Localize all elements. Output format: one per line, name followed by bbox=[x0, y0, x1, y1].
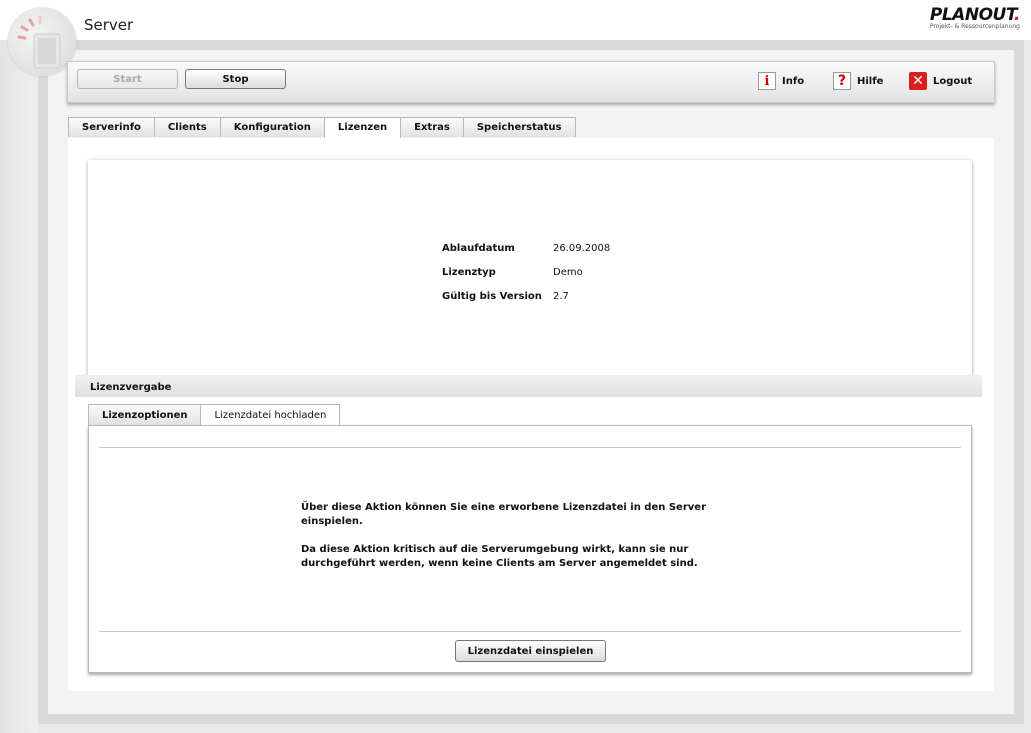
logout-button[interactable]: ✕ Logout bbox=[909, 70, 972, 92]
info-icon: i bbox=[758, 72, 776, 90]
expiry-label: Ablaufdatum bbox=[442, 243, 515, 254]
sub-tabs: Lizenzoptionen Lizenzdatei hochladen bbox=[88, 404, 341, 426]
upload-description: Über diese Aktion können Sie eine erworb… bbox=[301, 501, 721, 585]
tab-konfiguration[interactable]: Konfiguration bbox=[219, 117, 325, 137]
section-title: Lizenzvergabe bbox=[90, 382, 172, 393]
close-icon: ✕ bbox=[909, 72, 927, 90]
frame-left bbox=[0, 40, 38, 733]
brand-logo: PLANOUT. Projekt- & Ressourcenplanung bbox=[926, 5, 1021, 30]
info-label: Info bbox=[782, 75, 805, 87]
help-icon: ? bbox=[833, 72, 851, 90]
tab-extras[interactable]: Extras bbox=[400, 117, 464, 137]
tab-speicherstatus[interactable]: Speicherstatus bbox=[462, 117, 576, 137]
logout-label: Logout bbox=[933, 75, 973, 87]
main-tabs: Serverinfo Clients Konfiguration Lizenze… bbox=[68, 117, 576, 138]
tab-lizenzoptionen[interactable]: Lizenzoptionen bbox=[88, 404, 202, 425]
type-label: Lizenztyp bbox=[442, 267, 496, 278]
brand-name: PLANOUT bbox=[929, 5, 1015, 25]
header-band bbox=[0, 0, 1031, 40]
type-value: Demo bbox=[553, 267, 583, 278]
brand-subtitle: Projekt- & Ressourcenplanung bbox=[929, 23, 1020, 30]
version-label: Gültig bis Version bbox=[442, 291, 542, 302]
divider bbox=[99, 447, 961, 448]
help-label: Hilfe bbox=[857, 75, 884, 87]
toolbar: Start Stop i Info ? Hilfe ✕ Logout bbox=[67, 61, 995, 103]
tab-clients[interactable]: Clients bbox=[153, 117, 221, 137]
tab-lizenzdatei-hochladen[interactable]: Lizenzdatei hochladen bbox=[200, 404, 341, 426]
brand-dot: . bbox=[1014, 5, 1020, 25]
tab-serverinfo[interactable]: Serverinfo bbox=[68, 117, 155, 137]
help-button[interactable]: ? Hilfe bbox=[833, 70, 883, 92]
info-button[interactable]: i Info bbox=[758, 70, 804, 92]
start-button[interactable]: Start bbox=[77, 69, 178, 89]
expiry-value: 26.09.2008 bbox=[553, 243, 611, 254]
upload-paragraph-1: Über diese Aktion können Sie eine erworb… bbox=[301, 502, 706, 527]
divider bbox=[99, 631, 961, 632]
tab-lizenzen[interactable]: Lizenzen bbox=[323, 117, 402, 138]
version-value: 2.7 bbox=[553, 291, 569, 302]
upload-license-button[interactable]: Lizenzdatei einspielen bbox=[455, 640, 606, 662]
stop-button[interactable]: Stop bbox=[185, 69, 286, 89]
upload-paragraph-2: Da diese Aktion kritisch auf die Serveru… bbox=[301, 544, 698, 569]
page-title: Server bbox=[84, 16, 134, 34]
app-logo-icon bbox=[8, 8, 76, 76]
section-header-bar bbox=[75, 375, 982, 397]
